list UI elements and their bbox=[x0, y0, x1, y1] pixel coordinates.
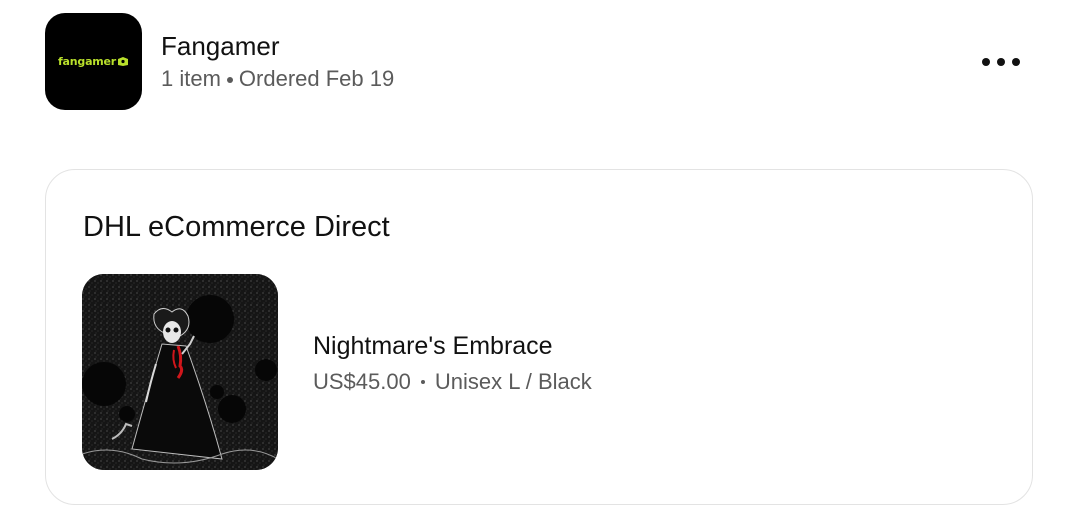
product-details: US$45.00 Unisex L / Black bbox=[313, 368, 592, 396]
logo-tag-icon bbox=[118, 57, 129, 66]
more-options-button[interactable] bbox=[971, 46, 1031, 78]
product-image[interactable] bbox=[82, 274, 278, 470]
order-date: Ordered Feb 19 bbox=[238, 66, 395, 91]
more-horizontal-icon-dot bbox=[1012, 58, 1020, 66]
more-horizontal-icon-dot bbox=[997, 58, 1005, 66]
nightmares-embrace-artwork bbox=[82, 274, 278, 470]
bullet-separator bbox=[226, 77, 233, 83]
product-variant: Unisex L / Black bbox=[434, 369, 592, 394]
store-logo[interactable]: fangamer bbox=[45, 13, 142, 110]
order-meta: 1 item Ordered Feb 19 bbox=[161, 65, 394, 93]
more-horizontal-icon bbox=[982, 58, 990, 66]
dot-separator bbox=[420, 380, 425, 384]
store-header: fangamer Fangamer 1 item Ordered Feb 19 bbox=[45, 13, 1035, 110]
carrier-name: DHL eCommerce Direct bbox=[83, 211, 390, 243]
item-count: 1 item bbox=[161, 66, 221, 91]
product-price: US$45.00 bbox=[313, 369, 411, 394]
product-name[interactable]: Nightmare's Embrace bbox=[313, 331, 553, 361]
store-logo-wordmark: fangamer bbox=[58, 55, 129, 68]
store-name[interactable]: Fangamer bbox=[161, 31, 280, 61]
shipment-card[interactable]: DHL eCommerce Direct Nightmare's Embrace… bbox=[45, 169, 1033, 505]
store-logo-text: fangamer bbox=[57, 55, 117, 68]
